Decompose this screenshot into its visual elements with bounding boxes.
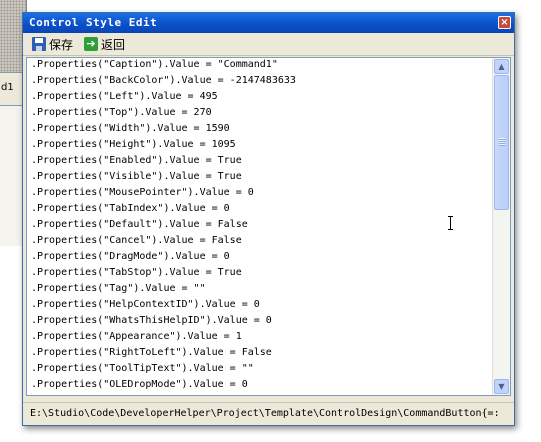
code-line: .Properties("HelpContextID").Value = 0 bbox=[31, 299, 260, 310]
code-editor[interactable]: .Properties("Caption").Value = "Command1… bbox=[26, 57, 511, 396]
code-line: .Properties("Visible").Value = True bbox=[31, 171, 242, 182]
background-tab-label: d1 bbox=[1, 82, 14, 93]
code-line: .Properties("TabIndex").Value = 0 bbox=[31, 203, 230, 214]
code-line: .Properties("Enabled").Value = True bbox=[31, 155, 242, 166]
back-button-label: 返回 bbox=[101, 37, 126, 52]
code-line: .Properties("MousePointer").Value = 0 bbox=[31, 187, 254, 198]
code-line: .Properties("Cancel").Value = False bbox=[31, 235, 242, 246]
scrollbar-grip-icon bbox=[499, 138, 505, 146]
title-bar[interactable]: Control Style Edit × bbox=[23, 13, 514, 33]
save-icon bbox=[32, 37, 46, 51]
code-line: .Properties("BackColor").Value = -214748… bbox=[31, 75, 296, 86]
background-tab[interactable]: d1 bbox=[0, 72, 24, 106]
code-line: .Properties("Height").Value = 1095 bbox=[31, 139, 236, 150]
control-style-edit-window: Control Style Edit × 保存 ➔ 返回 .Properties… bbox=[22, 12, 515, 426]
text-cursor-icon bbox=[448, 216, 456, 230]
window-title: Control Style Edit bbox=[29, 16, 158, 29]
back-arrow-icon: ➔ bbox=[84, 37, 98, 51]
code-line: .Properties("OLEDropMode").Value = 0 bbox=[31, 379, 248, 390]
code-line: .Properties("Width").Value = 1590 bbox=[31, 123, 230, 134]
scroll-down-button[interactable]: ▼ bbox=[494, 379, 509, 394]
code-line: .Properties("Left").Value = 495 bbox=[31, 91, 218, 102]
code-text-area[interactable]: .Properties("Caption").Value = "Command1… bbox=[27, 58, 493, 395]
vertical-scrollbar[interactable]: ▲ ▼ bbox=[492, 58, 510, 395]
toolbar: 保存 ➔ 返回 bbox=[23, 33, 514, 56]
close-icon: × bbox=[500, 17, 509, 28]
code-line: .Properties("TabStop").Value = True bbox=[31, 267, 242, 278]
save-button-label: 保存 bbox=[49, 37, 74, 52]
status-bar: E:\Studio\Code\DeveloperHelper\Project\T… bbox=[23, 402, 514, 425]
code-line: .Properties("RightToLeft").Value = False bbox=[31, 347, 272, 358]
save-button[interactable]: 保存 bbox=[32, 36, 73, 52]
code-line: .Properties("Tag").Value = "" bbox=[31, 283, 206, 294]
close-button[interactable]: × bbox=[498, 16, 511, 29]
code-line: .Properties("ToolTipText").Value = "" bbox=[31, 363, 254, 374]
chevron-down-icon: ▼ bbox=[498, 382, 505, 391]
back-button[interactable]: ➔ 返回 bbox=[84, 36, 125, 52]
scrollbar-thumb[interactable] bbox=[494, 75, 509, 210]
status-path: E:\Studio\Code\DeveloperHelper\Project\T… bbox=[30, 408, 500, 419]
code-line: .Properties("WhatsThisHelpID").Value = 0 bbox=[31, 315, 272, 326]
code-line: .Properties("Appearance").Value = 1 bbox=[31, 331, 242, 342]
code-line: .Properties("Top").Value = 270 bbox=[31, 107, 212, 118]
scroll-up-button[interactable]: ▲ bbox=[494, 59, 509, 74]
code-line: .Properties("Default").Value = False bbox=[31, 219, 248, 230]
code-line: .Properties("DragMode").Value = 0 bbox=[31, 251, 230, 262]
code-line: .Properties("Caption").Value = "Command1… bbox=[31, 59, 278, 70]
chevron-up-icon: ▲ bbox=[498, 62, 505, 71]
